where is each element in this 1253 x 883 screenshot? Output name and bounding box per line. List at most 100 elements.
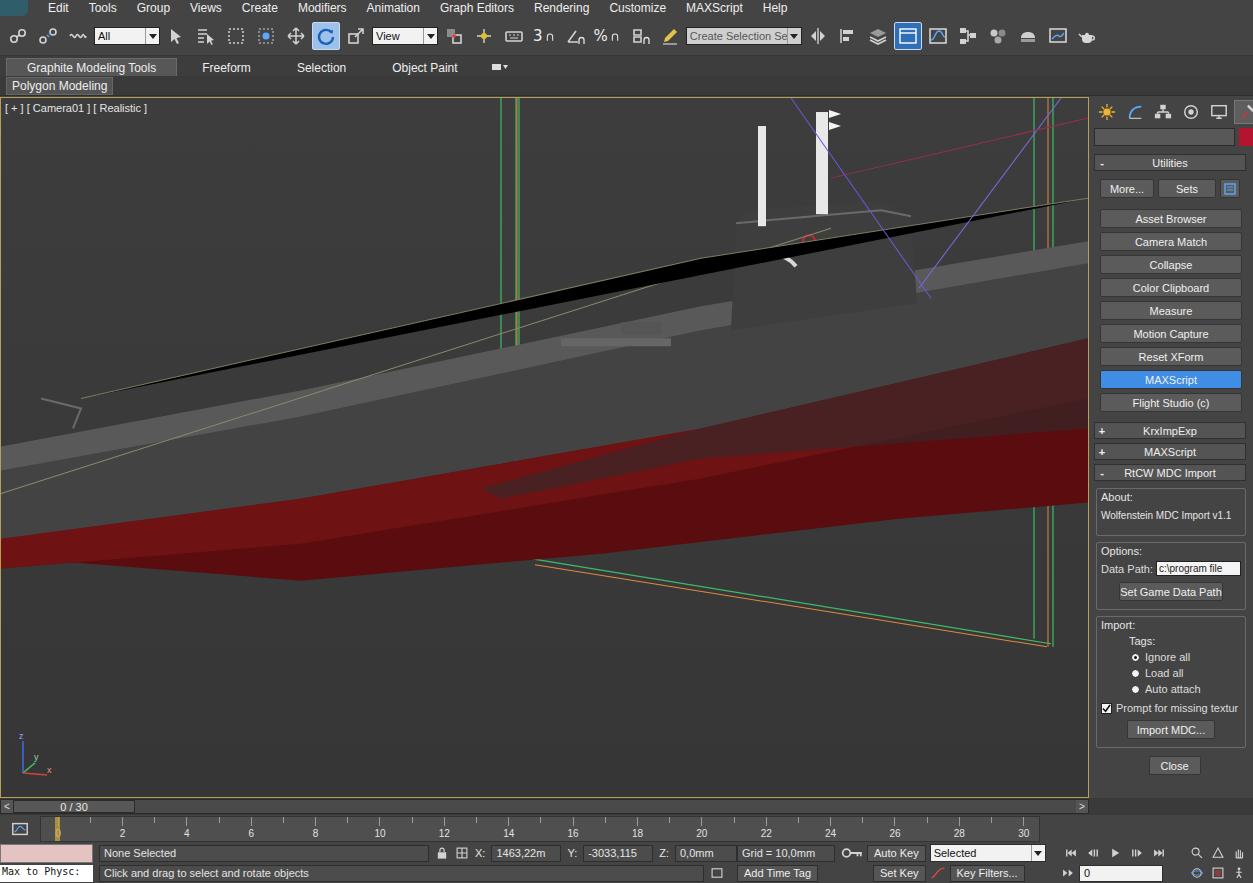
close-button[interactable]: Close (1149, 756, 1201, 775)
render-production-button[interactable] (1074, 22, 1102, 50)
rollout-header[interactable]: -Utilities (1094, 154, 1246, 171)
rollout-header[interactable]: -RtCW MDC Import (1094, 464, 1246, 481)
display-tab[interactable] (1206, 100, 1232, 124)
menu-item[interactable]: Group (137, 0, 170, 16)
ribbon-tab[interactable]: Freeform (181, 58, 272, 76)
utility-button[interactable]: Color Clipboard (1100, 278, 1242, 297)
menu-item[interactable]: MAXScript (686, 0, 743, 16)
motion-tab[interactable] (1178, 100, 1204, 124)
maximize-viewport-button[interactable] (1208, 864, 1228, 882)
keyboard-shortcut-override-button[interactable] (500, 22, 528, 50)
rectangular-selection-button[interactable] (222, 22, 250, 50)
angle-snap-button[interactable] (561, 22, 589, 50)
add-time-tag-button[interactable]: Add Time Tag (737, 865, 818, 882)
x-field[interactable]: 1463,22m (491, 845, 561, 862)
maxscript-input[interactable] (0, 844, 93, 863)
bind-to-space-warp-button[interactable] (64, 22, 92, 50)
object-name-field[interactable] (1094, 128, 1235, 146)
menu-item[interactable]: Edit (48, 0, 69, 16)
mirror-button[interactable] (804, 22, 832, 50)
tag-radio[interactable]: Ignore all (1101, 651, 1241, 663)
utility-button[interactable]: Camera Match (1100, 232, 1242, 251)
modify-tab[interactable] (1122, 100, 1148, 124)
named-selection-field[interactable]: Create Selection Se (686, 27, 802, 45)
select-and-scale-button[interactable] (342, 22, 370, 50)
menu-item[interactable]: Customize (609, 0, 666, 16)
use-pivot-center-button[interactable] (440, 22, 468, 50)
rollout-header[interactable]: +MAXScript (1094, 443, 1246, 460)
ribbon-tab[interactable]: Selection (276, 58, 367, 76)
track-bar[interactable]: 024681012141618202224262830 (40, 816, 1040, 842)
play-button[interactable] (1105, 844, 1125, 862)
ribbon-panel-label[interactable]: Polygon Modeling (6, 77, 113, 95)
previous-frame-button[interactable] (1083, 844, 1103, 862)
select-and-rotate-button[interactable] (312, 22, 340, 50)
unlink-selection-button[interactable] (34, 22, 62, 50)
menu-item[interactable]: Create (242, 0, 278, 16)
viewport-label[interactable]: [ + ] [ Camera01 ] [ Realistic ] (5, 102, 147, 114)
sets-button[interactable]: Sets (1158, 179, 1216, 198)
time-slider[interactable]: <0 / 30 > (0, 799, 1089, 814)
go-to-end-button[interactable] (1149, 844, 1169, 862)
configure-sets-button[interactable] (1220, 179, 1240, 198)
menu-item[interactable]: Rendering (534, 0, 589, 16)
select-by-name-button[interactable] (192, 22, 220, 50)
orbit-button[interactable] (1187, 864, 1207, 882)
key-filters-button[interactable]: Key Filters... (950, 865, 1025, 882)
snap-toggle[interactable]: % (591, 22, 624, 50)
zoom-button[interactable] (1187, 844, 1207, 862)
ribbon-tab[interactable]: Graphite Modeling Tools (6, 58, 177, 76)
previous-button[interactable]: < (1, 800, 13, 813)
graphite-modeling-toggle-button[interactable] (894, 22, 922, 50)
go-to-start-button[interactable] (1061, 844, 1081, 862)
rendered-frame-window-button[interactable] (1044, 22, 1072, 50)
menu-item[interactable]: Views (190, 0, 222, 16)
hierarchy-tab[interactable] (1150, 100, 1176, 124)
viewport-scene[interactable]: zyx (1, 98, 1088, 797)
select-and-link-button[interactable] (4, 22, 32, 50)
select-and-move-button[interactable] (282, 22, 310, 50)
window-crossing-button[interactable] (252, 22, 280, 50)
set-key-button[interactable]: Set Key (873, 865, 926, 882)
menu-item[interactable]: Graph Editors (440, 0, 514, 16)
utilities-tab[interactable] (1234, 100, 1253, 124)
material-editor-button[interactable] (984, 22, 1012, 50)
utility-button[interactable]: Measure (1100, 301, 1242, 320)
schematic-view-button[interactable] (954, 22, 982, 50)
more-button[interactable]: More... (1100, 179, 1154, 198)
time-slider-thumb[interactable]: 0 / 30 (13, 800, 135, 813)
create-tab[interactable] (1094, 100, 1120, 124)
curve-editor-button[interactable] (924, 22, 952, 50)
pan-view-button[interactable] (1229, 844, 1249, 862)
menu-item[interactable]: Tools (89, 0, 117, 16)
select-object-button[interactable] (162, 22, 190, 50)
utility-button[interactable]: Asset Browser (1100, 209, 1242, 228)
rollout-header[interactable]: +KrxImpExp (1094, 422, 1246, 439)
prompt-checkbox[interactable]: Prompt for missing textur (1101, 699, 1241, 714)
field-of-view-button[interactable] (1208, 844, 1228, 862)
snap-toggle[interactable]: 3 (530, 22, 559, 50)
key-mode-dropdown[interactable]: Selected (930, 844, 1046, 862)
render-setup-button[interactable] (1014, 22, 1042, 50)
auto-key-button[interactable]: Auto Key (867, 845, 926, 862)
import-mdc-button[interactable]: Import MDC... (1127, 720, 1215, 739)
utility-button[interactable]: Reset XForm (1100, 347, 1242, 366)
utility-button[interactable]: Motion Capture (1100, 324, 1242, 343)
ribbon-tab[interactable]: Object Paint (371, 58, 478, 76)
maxscript-output[interactable]: Max to Physc: (0, 865, 93, 882)
utility-button[interactable]: Flight Studio (c) (1100, 393, 1242, 412)
menu-item[interactable]: Animation (367, 0, 420, 16)
data-path-field[interactable]: c:\program file (1156, 561, 1241, 576)
viewport[interactable]: zyx[ + ] [ Camera01 ] [ Realistic ] (0, 97, 1089, 798)
spinner-snap-button[interactable] (626, 22, 654, 50)
menu-item[interactable]: Modifiers (298, 0, 347, 16)
app-logo[interactable] (0, 0, 28, 16)
current-frame-field[interactable]: 0 (1079, 865, 1163, 882)
utility-button[interactable]: MAXScript (1100, 370, 1242, 389)
tag-radio[interactable]: Auto attach (1101, 683, 1241, 695)
select-and-manipulate-button[interactable] (470, 22, 498, 50)
align-button[interactable] (834, 22, 862, 50)
menu-item[interactable]: Help (763, 0, 788, 16)
next-button[interactable]: > (1076, 800, 1088, 813)
layer-manager-button[interactable] (864, 22, 892, 50)
